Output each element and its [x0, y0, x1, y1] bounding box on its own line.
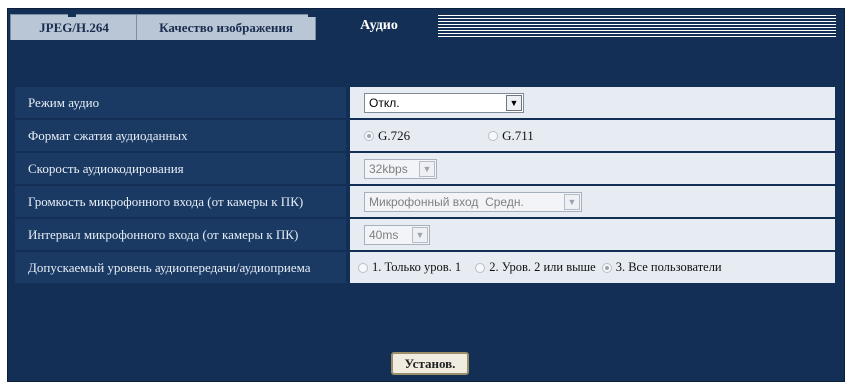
audio-format-cell: G.726 G.711 — [350, 120, 835, 151]
row-audio-format: Формат сжатия аудиоданных G.726 G.711 — [15, 120, 835, 151]
permission-level-label: Допускаемый уровень аудиопередачи/аудиоп… — [15, 252, 348, 283]
radio-level-2[interactable]: 2. Уров. 2 или выше — [475, 260, 596, 275]
mic-volume-label: Громкость микрофонного входа (от камеры … — [15, 186, 348, 217]
mic-interval-label: Интервал микрофонного входа (от камеры к… — [15, 219, 348, 250]
chevron-down-icon[interactable]: ▼ — [564, 193, 580, 210]
radio-level-2-label: 2. Уров. 2 или выше — [489, 260, 596, 274]
mic-interval-value: 40ms — [369, 227, 399, 242]
row-mic-interval: Интервал микрофонного входа (от камеры к… — [15, 219, 835, 250]
mic-interval-select[interactable]: 40ms ▼ — [364, 224, 430, 245]
radio-unselected-icon[interactable] — [475, 262, 486, 273]
tab-jpeg-h264[interactable]: JPEG/H.264 — [10, 14, 138, 40]
audio-bitrate-select[interactable]: 32kbps ▼ — [364, 158, 437, 179]
tab-divider — [308, 9, 316, 17]
chevron-down-icon[interactable]: ▼ — [506, 94, 522, 111]
radio-level-3-label: 3. Все пользователи — [615, 260, 722, 274]
row-audio-mode: Режим аудио Откл. ▼ — [15, 87, 835, 118]
row-mic-volume: Громкость микрофонного входа (от камеры … — [15, 186, 835, 217]
tab-audio[interactable]: Аудио — [326, 9, 432, 42]
radio-unselected-icon[interactable] — [358, 262, 368, 273]
tab-image-quality[interactable]: Качество изображения — [136, 14, 316, 40]
tab-bar: JPEG/H.264 Качество изображения Аудио — [8, 9, 844, 42]
radio-g726-label: G.726 — [378, 127, 411, 143]
audio-mode-cell: Откл. ▼ — [350, 87, 835, 118]
radio-level-1[interactable]: 1. Только уров. 1 — [358, 260, 461, 275]
audio-mode-value: Откл. — [369, 95, 400, 110]
row-permission-level: Допускаемый уровень аудиопередачи/аудиоп… — [15, 252, 835, 283]
radio-selected-icon[interactable] — [364, 130, 374, 141]
mic-interval-cell: 40ms ▼ — [350, 219, 835, 250]
mic-volume-select[interactable]: Микрофонный вход Средн. ▼ — [364, 191, 582, 212]
row-audio-bitrate: Скорость аудиокодирования 32kbps ▼ — [15, 153, 835, 184]
radio-level-3[interactable]: 3. Все пользователи — [601, 260, 722, 275]
radio-unselected-icon[interactable] — [488, 130, 499, 141]
radio-g726[interactable]: G.726 — [364, 128, 410, 144]
chevron-down-icon[interactable]: ▼ — [412, 226, 428, 243]
tab-divider — [68, 9, 76, 17]
audio-mode-select[interactable]: Откл. ▼ — [364, 92, 524, 113]
set-button[interactable]: Установ. — [391, 352, 469, 375]
audio-bitrate-value: 32kbps — [369, 161, 408, 176]
audio-bitrate-label: Скорость аудиокодирования — [15, 153, 348, 184]
audio-bitrate-cell: 32kbps ▼ — [350, 153, 835, 184]
radio-g711-label: G.711 — [502, 127, 534, 143]
tab-bar-decoration — [438, 15, 836, 39]
radio-level-1-label: 1. Только уров. 1 — [372, 260, 462, 274]
radio-g711[interactable]: G.711 — [488, 128, 534, 144]
audio-format-label: Формат сжатия аудиоданных — [15, 120, 348, 151]
audio-mode-label: Режим аудио — [15, 87, 348, 118]
chevron-down-icon[interactable]: ▼ — [419, 160, 435, 177]
radio-selected-icon[interactable] — [601, 262, 612, 273]
mic-volume-value: Микрофонный вход Средн. — [369, 194, 524, 209]
mic-volume-cell: Микрофонный вход Средн. ▼ — [350, 186, 835, 217]
permission-level-cell: 1. Только уров. 1 2. Уров. 2 или выше 3.… — [350, 252, 835, 283]
